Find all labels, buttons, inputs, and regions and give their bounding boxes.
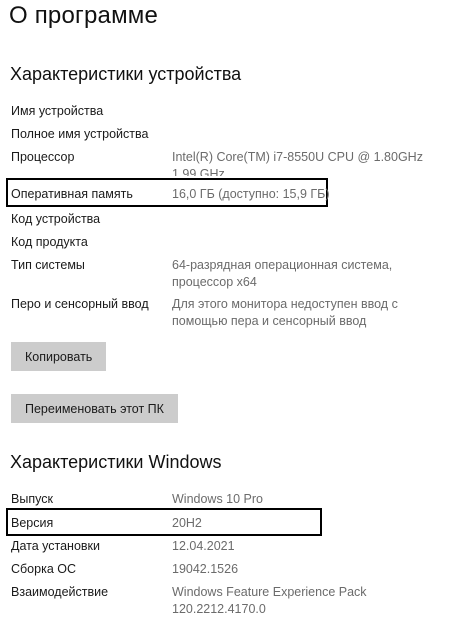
- experience-label: Взаимодействие: [11, 585, 109, 599]
- ram-label: Оперативная память: [11, 187, 133, 201]
- pen-touch-value: Для этого монитора недоступен ввод с пом…: [172, 297, 398, 328]
- product-id-label: Код продукта: [11, 235, 88, 249]
- version-label: Версия: [11, 516, 54, 530]
- device-id-label: Код устройства: [11, 212, 101, 226]
- experience-value: Windows Feature Experience Pack 120.2212…: [172, 585, 367, 616]
- system-type-label: Тип системы: [11, 258, 85, 272]
- os-build-label: Сборка ОС: [11, 562, 77, 576]
- copy-button[interactable]: Копировать: [11, 342, 107, 371]
- pen-touch-label: Перо и сенсорный ввод: [11, 297, 149, 311]
- install-date-label: Дата установки: [11, 539, 100, 553]
- device-name-label: Имя устройства: [11, 104, 104, 118]
- processor-label: Процессор: [11, 150, 75, 164]
- windows-specs-title: Характеристики Windows: [10, 452, 222, 472]
- system-type-value: 64-разрядная операционная система, проце…: [172, 258, 393, 289]
- install-date-value: 12.04.2021: [172, 539, 235, 553]
- edition-value: Windows 10 Pro: [172, 492, 264, 506]
- page-title: О программе: [9, 2, 159, 29]
- ram-value: 16,0 ГБ (доступно: 15,9 ГБ): [172, 187, 330, 201]
- version-value: 20H2: [172, 516, 202, 530]
- edition-label: Выпуск: [11, 492, 53, 506]
- rename-pc-button[interactable]: Переименовать этот ПК: [11, 394, 178, 423]
- os-build-value: 19042.1526: [172, 562, 239, 576]
- full-device-name-label: Полное имя устройства: [11, 127, 149, 141]
- device-specs-title: Характеристики устройства: [10, 64, 242, 84]
- processor-value: Intel(R) Core(TM) i7-8550U CPU @ 1.80GHz…: [172, 150, 423, 176]
